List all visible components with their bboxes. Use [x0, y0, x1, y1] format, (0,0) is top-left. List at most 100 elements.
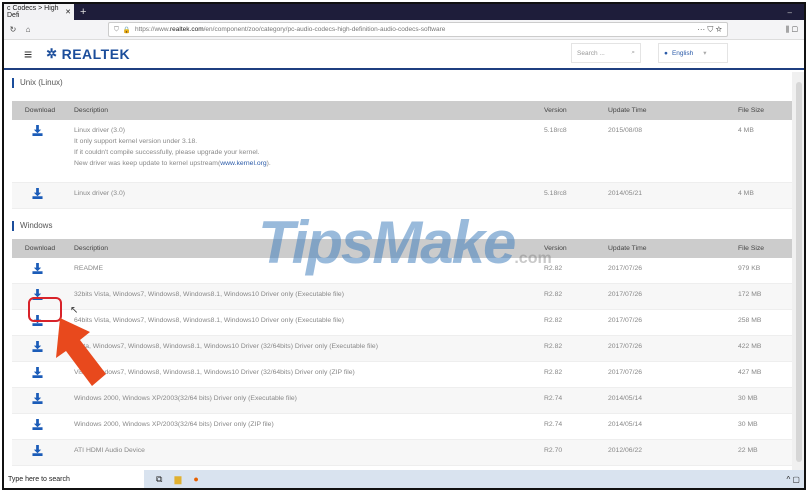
minimize-icon[interactable]: –	[788, 8, 792, 17]
update-time: 2017/07/26	[602, 309, 732, 336]
table-row: 64bits Vista, Windows7, Windows8, Window…	[12, 309, 794, 336]
file-size: 427 MB	[732, 361, 794, 388]
description: README	[68, 258, 538, 284]
new-tab-button[interactable]: +	[80, 6, 86, 18]
download-icon[interactable]	[31, 445, 43, 456]
col-size: File Size	[732, 101, 794, 120]
version: R2.82	[538, 361, 602, 388]
col-version: Version	[538, 101, 602, 120]
download-button[interactable]	[12, 413, 68, 440]
section-title-linux: Unix (Linux)	[12, 78, 794, 88]
description-line-end: ).	[266, 160, 271, 167]
tab-title: c Codecs > High Defi	[7, 5, 59, 19]
page-actions-icon[interactable]: ··· ⛉ ☆	[697, 25, 722, 35]
url-path: /en/component/zoo/category/pc-audio-code…	[203, 26, 446, 33]
shield-icon: ⛉	[114, 25, 119, 33]
download-button[interactable]	[12, 258, 68, 284]
chevron-down-icon: ▾	[703, 50, 707, 57]
table-row: Vista, Windows7, Windows8, Windows8.1, W…	[12, 335, 794, 362]
download-button[interactable]	[12, 335, 68, 362]
close-tab-icon[interactable]: ✕	[65, 8, 71, 16]
file-size: 422 MB	[732, 335, 794, 362]
tab-bar: c Codecs > High Defi ✕ + –	[4, 4, 804, 20]
update-time: 2017/07/26	[602, 361, 732, 388]
description: 64bits Vista, Windows7, Windows8, Window…	[68, 309, 538, 336]
description: Vista, Windows7, Windows8, Windows8.1, W…	[68, 335, 538, 362]
realtek-logo[interactable]: ✲ REALTEK	[46, 46, 130, 62]
update-time: 2012/06/22	[602, 439, 732, 466]
col-update: Update Time	[602, 239, 732, 258]
library-icon[interactable]: ⫼ ▢	[786, 25, 798, 35]
download-icon[interactable]	[31, 263, 43, 274]
nav-bar: ↻ ⌂ ⛉ 🔒 https://www. realtek.com/en/compon…	[4, 20, 804, 40]
download-button[interactable]	[12, 387, 68, 414]
download-icon[interactable]	[31, 419, 43, 430]
description: Windows 2000, Windows XP/2003(32/64 bits…	[68, 413, 538, 440]
table-row: ATI HDMI Audio Device R2.70 2012/06/22 2…	[12, 439, 794, 466]
url-domain: realtek.com	[170, 26, 204, 33]
file-size: 22 MB	[732, 439, 794, 466]
search-icon[interactable]: ⌕	[631, 49, 635, 57]
description: 32bits Vista, Windows7, Windows8, Window…	[68, 283, 538, 310]
col-download: Download	[12, 239, 68, 258]
highlight-box	[28, 297, 62, 322]
version: 5.18rc8	[538, 182, 602, 209]
download-icon[interactable]	[31, 367, 43, 378]
file-size: 258 MB	[732, 309, 794, 336]
download-button[interactable]	[12, 361, 68, 388]
file-size: 4 MB	[732, 182, 794, 209]
col-description: Description	[68, 239, 538, 258]
description: ATI HDMI Audio Device	[68, 439, 538, 466]
browser-window: c Codecs > High Defi ✕ + – ↻ ⌂ ⛉ 🔒 https:/…	[2, 2, 806, 490]
download-icon[interactable]	[31, 125, 43, 136]
table-row: Linux driver (3.0) 5.18rc8 2014/05/21 4 …	[12, 182, 794, 209]
version: R2.70	[538, 439, 602, 466]
home-icon[interactable]: ⌂	[22, 25, 34, 34]
download-icon[interactable]	[31, 188, 43, 199]
update-time: 2014/05/14	[602, 413, 732, 440]
site-header: ≡ ✲ REALTEK Search ... ⌕ ● English ▾	[4, 40, 804, 70]
col-update: Update Time	[602, 101, 732, 120]
download-icon[interactable]	[31, 393, 43, 404]
col-version: Version	[538, 239, 602, 258]
update-time: 2014/05/14	[602, 387, 732, 414]
menu-icon[interactable]: ≡	[24, 46, 32, 62]
taskbar-search[interactable]: Type here to search	[4, 470, 144, 488]
description: Linux driver (3.0)	[74, 127, 125, 134]
file-size: 979 KB	[732, 258, 794, 284]
kernel-org-link[interactable]: www.kernel.org	[220, 160, 266, 167]
reload-icon[interactable]: ↻	[7, 25, 19, 34]
description: Vista, Windows7, Windows8, Windows8.1, W…	[68, 361, 538, 388]
col-size: File Size	[732, 239, 794, 258]
scrollbar-thumb[interactable]	[796, 82, 802, 462]
task-view-icon[interactable]: ⧉	[156, 474, 162, 485]
firefox-icon[interactable]: ●	[193, 474, 198, 485]
table-row: README R2.82 2017/07/26 979 KB	[12, 258, 794, 284]
file-size: 30 MB	[732, 413, 794, 440]
update-time: 2017/07/26	[602, 283, 732, 310]
tray-icons[interactable]: ^ ▢	[786, 475, 800, 484]
section-title-windows: Windows	[12, 221, 794, 231]
update-time: 2017/07/26	[602, 335, 732, 362]
language-select[interactable]: ● English ▾	[658, 43, 728, 63]
tab-realtek[interactable]: c Codecs > High Defi ✕	[4, 4, 74, 20]
url-prefix: https://www.	[134, 26, 171, 33]
description-line: It only support kernel version under 3.1…	[74, 138, 198, 145]
version: R2.82	[538, 309, 602, 336]
scrollbar[interactable]	[792, 72, 804, 472]
address-bar[interactable]: ⛉ 🔒 https://www. realtek.com/en/component/…	[108, 22, 728, 37]
download-button[interactable]	[12, 120, 68, 183]
download-icon[interactable]	[31, 341, 43, 352]
crab-logo-icon: ✲	[46, 46, 58, 61]
download-button[interactable]	[12, 182, 68, 209]
description: Windows 2000, Windows XP/2003(32/64 bits…	[68, 387, 538, 414]
search-input[interactable]: Search ... ⌕	[571, 43, 641, 63]
globe-icon: ●	[664, 49, 668, 57]
version: R2.82	[538, 283, 602, 310]
file-size: 4 MB	[732, 120, 794, 183]
file-size: 172 MB	[732, 283, 794, 310]
file-explorer-icon[interactable]: ▆	[174, 474, 181, 485]
windows-table: Download Description Version Update Time…	[12, 239, 794, 472]
col-description: Description	[68, 101, 538, 120]
download-button[interactable]	[12, 439, 68, 466]
